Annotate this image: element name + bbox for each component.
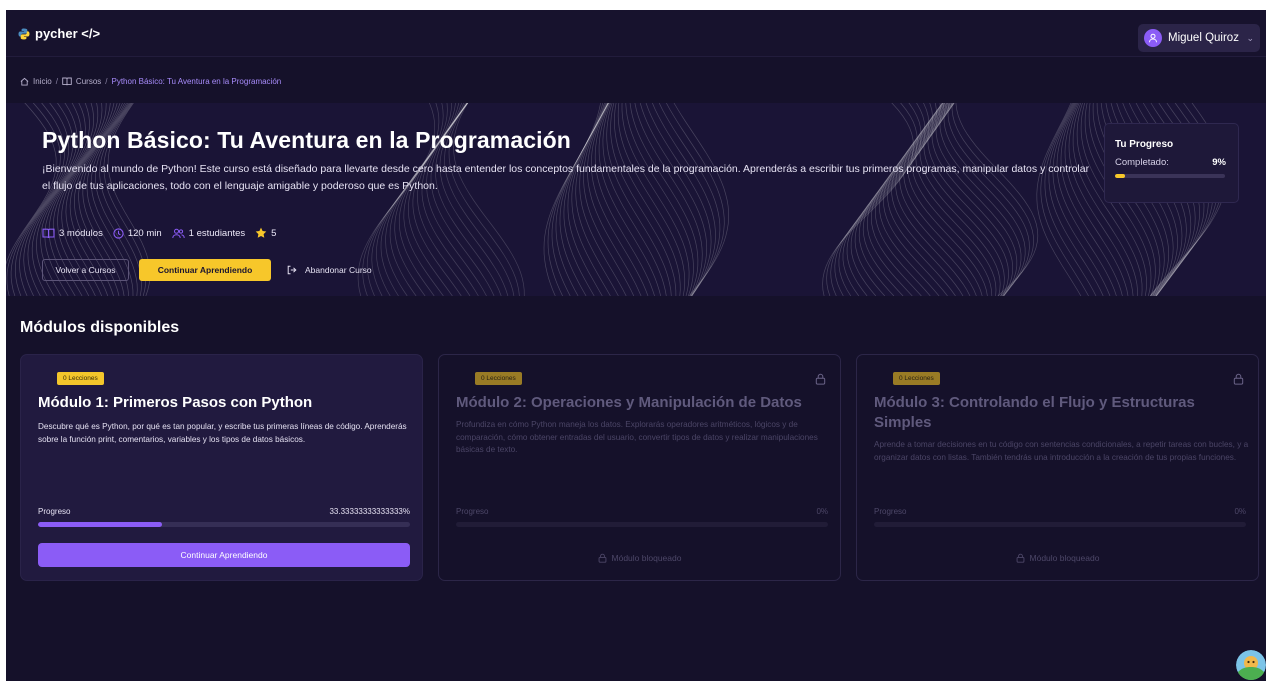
chevron-down-icon: ⌄ — [1246, 32, 1254, 43]
breadcrumb-separator: / — [55, 77, 58, 86]
wave-line — [621, 103, 690, 296]
abandon-course-label: Abandonar Curso — [305, 265, 372, 275]
top-navbar: pycher </> Miguel Quiroz ⌄ — [6, 10, 1266, 57]
module-description: Profundiza en cómo Python maneja los dat… — [456, 420, 818, 454]
module-locked-note: Módulo bloqueado — [439, 553, 840, 563]
module-progress-track — [38, 522, 410, 527]
lock-icon — [815, 373, 826, 385]
stat-rating: 5 — [255, 227, 276, 239]
module-locked-note: Módulo bloqueado — [857, 553, 1258, 563]
floating-assistant-button[interactable] — [1236, 650, 1266, 680]
users-icon — [171, 228, 185, 238]
wave-line — [822, 103, 914, 296]
back-to-courses-button[interactable]: Volver a Cursos — [42, 259, 129, 281]
module-description: Descubre qué es Python, por qué es tan p… — [38, 422, 407, 444]
user-menu-button[interactable]: Miguel Quiroz ⌄ — [1138, 24, 1260, 52]
module-progress-track — [874, 522, 1246, 527]
module-progress-track — [456, 522, 828, 527]
breadcrumb-separator: / — [105, 77, 108, 86]
wave-line — [594, 103, 655, 296]
wave-line — [854, 103, 945, 296]
app-window: pycher </> Miguel Quiroz ⌄ Inicio / Curs… — [6, 10, 1266, 681]
progress-card-label: Completado: — [1115, 157, 1169, 168]
assistant-avatar-icon — [1236, 650, 1266, 680]
abandon-course-button[interactable]: Abandonar Curso — [287, 265, 372, 275]
stat-modules-label: 3 módulos — [59, 227, 103, 239]
clock-icon — [113, 227, 124, 239]
lock-icon — [1016, 553, 1024, 563]
stat-duration: 120 min — [113, 228, 162, 239]
star-icon — [255, 227, 267, 238]
wave-line — [951, 103, 1034, 296]
wave-line — [931, 103, 1014, 296]
book-open-icon — [42, 228, 55, 238]
progress-card-track — [1115, 174, 1225, 178]
progress-card-fill — [1115, 174, 1125, 178]
module-description: Aprende a tomar decisiones en tu código … — [874, 440, 1249, 462]
wave-line — [666, 103, 725, 296]
module-progress-label: Progreso — [456, 507, 489, 516]
module-progress-label: Progreso — [874, 507, 907, 516]
logout-icon — [287, 265, 297, 275]
lock-icon — [598, 553, 606, 563]
wave-line — [907, 103, 988, 296]
breadcrumb-home[interactable]: Inicio — [33, 77, 52, 86]
lessons-badge: 0 Lecciones — [475, 372, 522, 385]
stat-duration-label: 120 min — [127, 227, 162, 239]
stat-rating-label: 5 — [271, 227, 277, 239]
wave-line — [639, 103, 708, 296]
module-title: Módulo 2: Operaciones y Manipulación de … — [456, 394, 802, 411]
logo[interactable]: pycher </> — [18, 26, 100, 41]
hero-actions: Volver a Cursos Continuar Aprendiendo Ab… — [42, 259, 372, 281]
wave-line — [587, 103, 642, 296]
course-hero: Python Básico: Tu Aventura en la Program… — [6, 103, 1266, 296]
lock-icon — [1233, 373, 1244, 385]
module-locked-label: Módulo bloqueado — [1029, 553, 1100, 563]
module-card-1[interactable]: 0 Lecciones Módulo 1: Primeros Pasos con… — [20, 354, 423, 581]
user-name: Miguel Quiroz — [1168, 32, 1239, 44]
lessons-badge: 0 Lecciones — [893, 372, 940, 385]
wave-line — [935, 103, 1018, 296]
stat-students-label: 1 estudiantes — [188, 227, 246, 239]
user-icon — [1149, 33, 1157, 43]
module-progress-value: 33.33333333333333% — [329, 507, 410, 516]
wave-line — [614, 103, 681, 296]
progress-card-value: 9% — [1212, 157, 1226, 168]
logo-text: pycher </> — [35, 26, 101, 41]
home-icon — [20, 77, 29, 86]
stat-students: 1 estudiantes — [171, 227, 246, 239]
continue-learning-button[interactable]: Continuar Aprendiendo — [139, 259, 271, 281]
wave-line — [673, 103, 729, 296]
breadcrumb-courses[interactable]: Cursos — [76, 77, 101, 86]
module-progress-value: 0% — [816, 507, 828, 516]
module-title: Módulo 1: Primeros Pasos con Python — [38, 394, 313, 411]
wave-line — [629, 103, 699, 296]
wave-line — [567, 103, 609, 296]
module-progress-value: 0% — [1234, 507, 1246, 516]
module-card-3: 0 Lecciones Módulo 3: Controlando el Flu… — [856, 354, 1259, 581]
module-progress-label: Progreso — [38, 507, 71, 516]
lessons-badge: 0 Lecciones — [57, 372, 104, 385]
wave-line — [606, 103, 672, 296]
module-title: Módulo 3: Controlando el Flujo y Estruct… — [874, 394, 1195, 431]
module-card-2: 0 Lecciones Módulo 2: Operaciones y Mani… — [438, 354, 841, 581]
course-title: Python Básico: Tu Aventura en la Program… — [42, 127, 571, 153]
python-logo-icon — [18, 28, 30, 39]
stat-modules: 3 módulos — [42, 228, 103, 239]
user-avatar — [1144, 29, 1162, 47]
module-continue-button[interactable]: Continuar Aprendiendo — [38, 543, 410, 567]
course-progress-card: Tu Progreso Completado: 9% — [1104, 123, 1239, 203]
course-description: ¡Bienvenido al mundo de Python! Este cur… — [42, 163, 1090, 192]
course-stats: 3 módulos 120 min 1 estudiantes 5 — [42, 227, 276, 239]
breadcrumb-current: Python Básico: Tu Aventura en la Program… — [111, 77, 282, 86]
modules-section-title: Módulos disponibles — [20, 319, 180, 336]
book-icon — [62, 77, 72, 86]
module-locked-label: Módulo bloqueado — [611, 553, 682, 563]
progress-card-title: Tu Progreso — [1115, 139, 1174, 150]
module-progress-fill — [38, 522, 162, 527]
breadcrumb: Inicio / Cursos / Python Básico: Tu Aven… — [20, 77, 281, 86]
